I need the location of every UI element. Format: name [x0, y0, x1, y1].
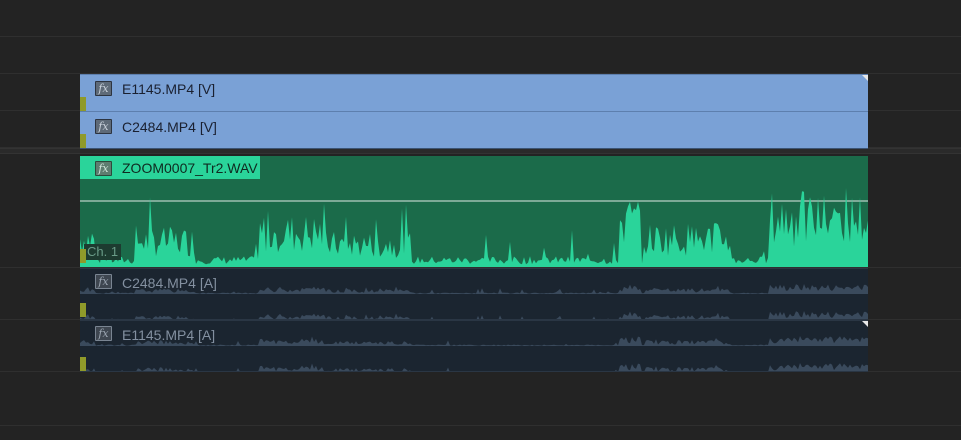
- fx-badge-icon[interactable]: fx: [95, 161, 112, 176]
- fx-badge-icon[interactable]: fx: [95, 81, 112, 96]
- sync-marker: [80, 357, 86, 371]
- video-clip-c2484[interactable]: fx C2484.MP4 [V]: [80, 111, 868, 149]
- audio-clip-e1145[interactable]: fx E1145.MP4 [A]: [80, 320, 868, 372]
- clip-name: E1145.MP4 [V]: [122, 81, 216, 97]
- clip-name: C2484.MP4 [A]: [122, 275, 217, 291]
- sync-marker: [80, 249, 86, 263]
- audio-clip-zoom0007[interactable]: fx ZOOM0007_Tr2.WAV Ch. 1: [80, 156, 868, 267]
- channel-label: Ch. 1: [84, 244, 122, 260]
- clip-name: C2484.MP4 [V]: [122, 119, 217, 135]
- fx-badge-icon[interactable]: fx: [95, 274, 112, 289]
- track-lane-v4[interactable]: [0, 0, 961, 37]
- fx-badge-icon[interactable]: fx: [95, 119, 112, 134]
- fx-badge-icon[interactable]: fx: [95, 326, 112, 341]
- track-lane-v3[interactable]: [0, 37, 961, 74]
- clip-end-marker: [862, 321, 868, 327]
- audio-clip-c2484[interactable]: fx C2484.MP4 [A]: [80, 268, 868, 320]
- clip-name: ZOOM0007_Tr2.WAV: [122, 160, 258, 176]
- clip-name: E1145.MP4 [A]: [122, 327, 216, 343]
- sync-marker: [80, 134, 86, 148]
- video-clip-e1145[interactable]: fx E1145.MP4 [V]: [80, 74, 868, 112]
- sync-marker: [80, 303, 86, 317]
- clip-end-marker: [862, 75, 868, 81]
- track-lane-a4[interactable]: [0, 372, 961, 426]
- sync-marker: [80, 97, 86, 111]
